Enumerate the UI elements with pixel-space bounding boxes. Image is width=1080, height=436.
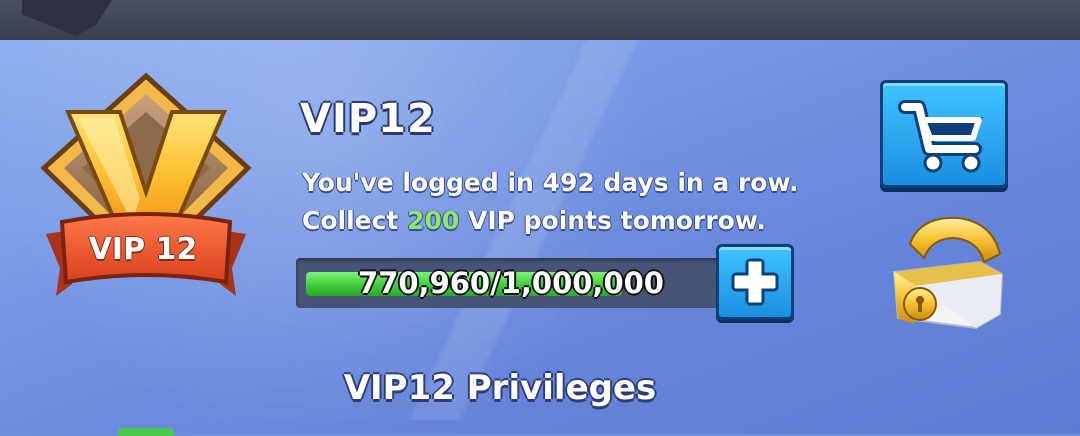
vip-progress-bar: 770,960/1,000,000 [296,258,726,308]
tab-indicator [118,428,174,436]
back-tab-corner[interactable] [22,0,112,36]
shop-button[interactable] [880,80,1008,188]
vip-badge-label: VIP 12 [88,232,198,267]
privileges-title-text: VIP12 Privileges [343,368,657,408]
collect-prefix: Collect [302,206,408,235]
vip-level-title: VIP12 [300,96,436,142]
login-streak-text: You've logged in 492 days in a row. [302,168,799,197]
add-vip-points-button[interactable] [716,244,794,320]
vip-progress-text: 770,960/1,000,000 [358,266,664,300]
vip-badge-icon [40,72,252,296]
plus-icon [731,258,779,306]
privileges-title: VIP12 Privileges [0,368,1080,408]
collect-points-text: Collect 200 VIP points tomorrow. [302,206,766,235]
collect-suffix: VIP points tomorrow. [459,206,766,235]
shopping-cart-icon [898,100,983,173]
collect-points-value: 200 [407,206,460,235]
treasure-chest-icon[interactable] [880,210,1010,340]
top-bar [0,0,1080,43]
